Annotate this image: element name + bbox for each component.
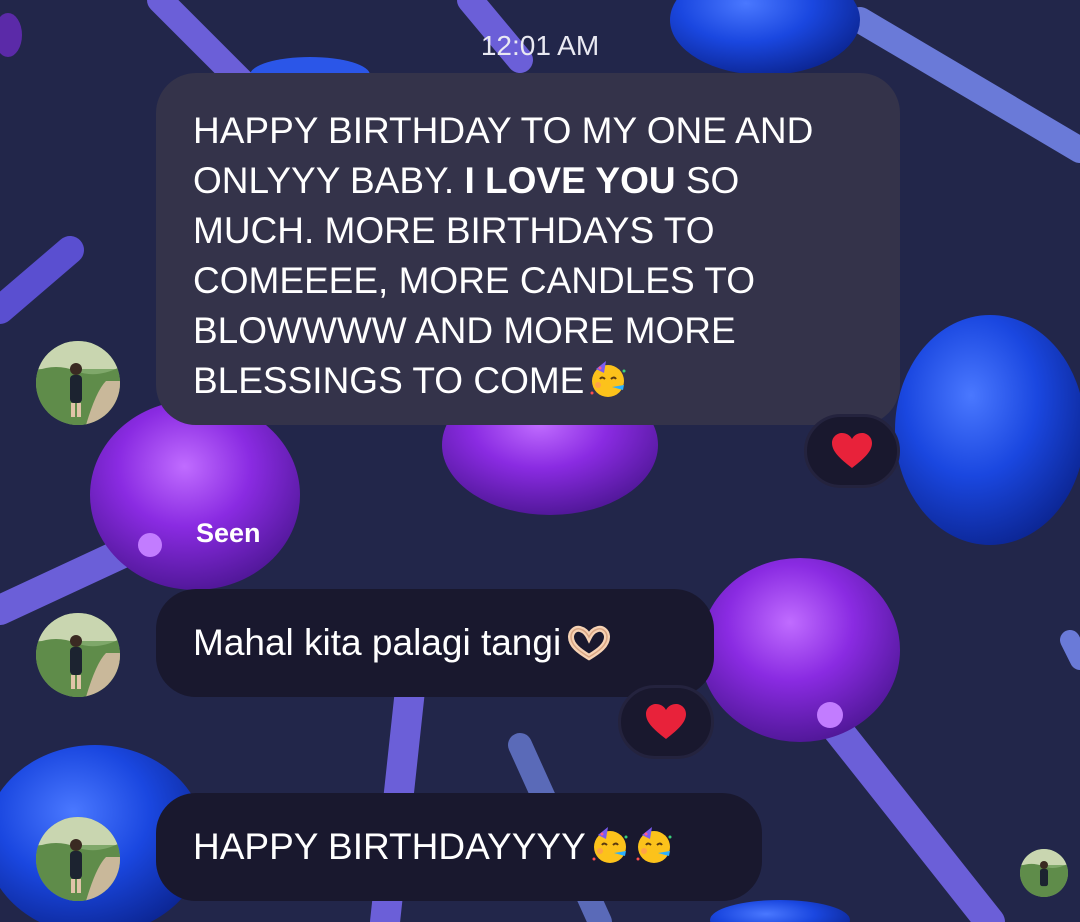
message-text-bold: I LOVE YOU <box>464 160 676 201</box>
message-text: HAPPY BIRTHDAYYYY <box>193 826 586 867</box>
avatar-photo-icon <box>36 341 120 425</box>
red-heart-icon <box>646 704 686 739</box>
red-heart-icon <box>832 433 872 468</box>
message-text: Mahal kita palagi tangi <box>193 622 562 663</box>
sender-avatar[interactable] <box>36 613 120 697</box>
sender-avatar[interactable] <box>36 341 120 425</box>
avatar-photo-icon <box>36 613 120 697</box>
message-timestamp: 12:01 AM <box>480 30 600 61</box>
message-bubble[interactable]: Mahal kita palagi tangi <box>156 589 714 697</box>
partying-face-emoji-icon <box>636 827 672 863</box>
partying-face-emoji-icon <box>590 361 626 397</box>
heart-reaction[interactable] <box>618 685 714 759</box>
chat-thread: 12:01 AM HAPPY BIRTHDAY TO MY ONE AND ON… <box>0 0 1080 922</box>
message-bubble[interactable]: HAPPY BIRTHDAYYYY <box>156 793 762 901</box>
seen-status: Seen <box>196 518 261 548</box>
sender-avatar[interactable] <box>36 817 120 901</box>
message-bubble[interactable]: HAPPY BIRTHDAY TO MY ONE AND ONLYYY BABY… <box>156 73 900 425</box>
avatar-photo-icon <box>1020 849 1068 897</box>
heart-hands-emoji-icon <box>568 625 611 661</box>
read-receipt-avatar <box>1020 849 1068 897</box>
partying-face-emoji-icon <box>592 827 628 863</box>
heart-reaction[interactable] <box>804 414 900 488</box>
avatar-photo-icon <box>36 817 120 901</box>
